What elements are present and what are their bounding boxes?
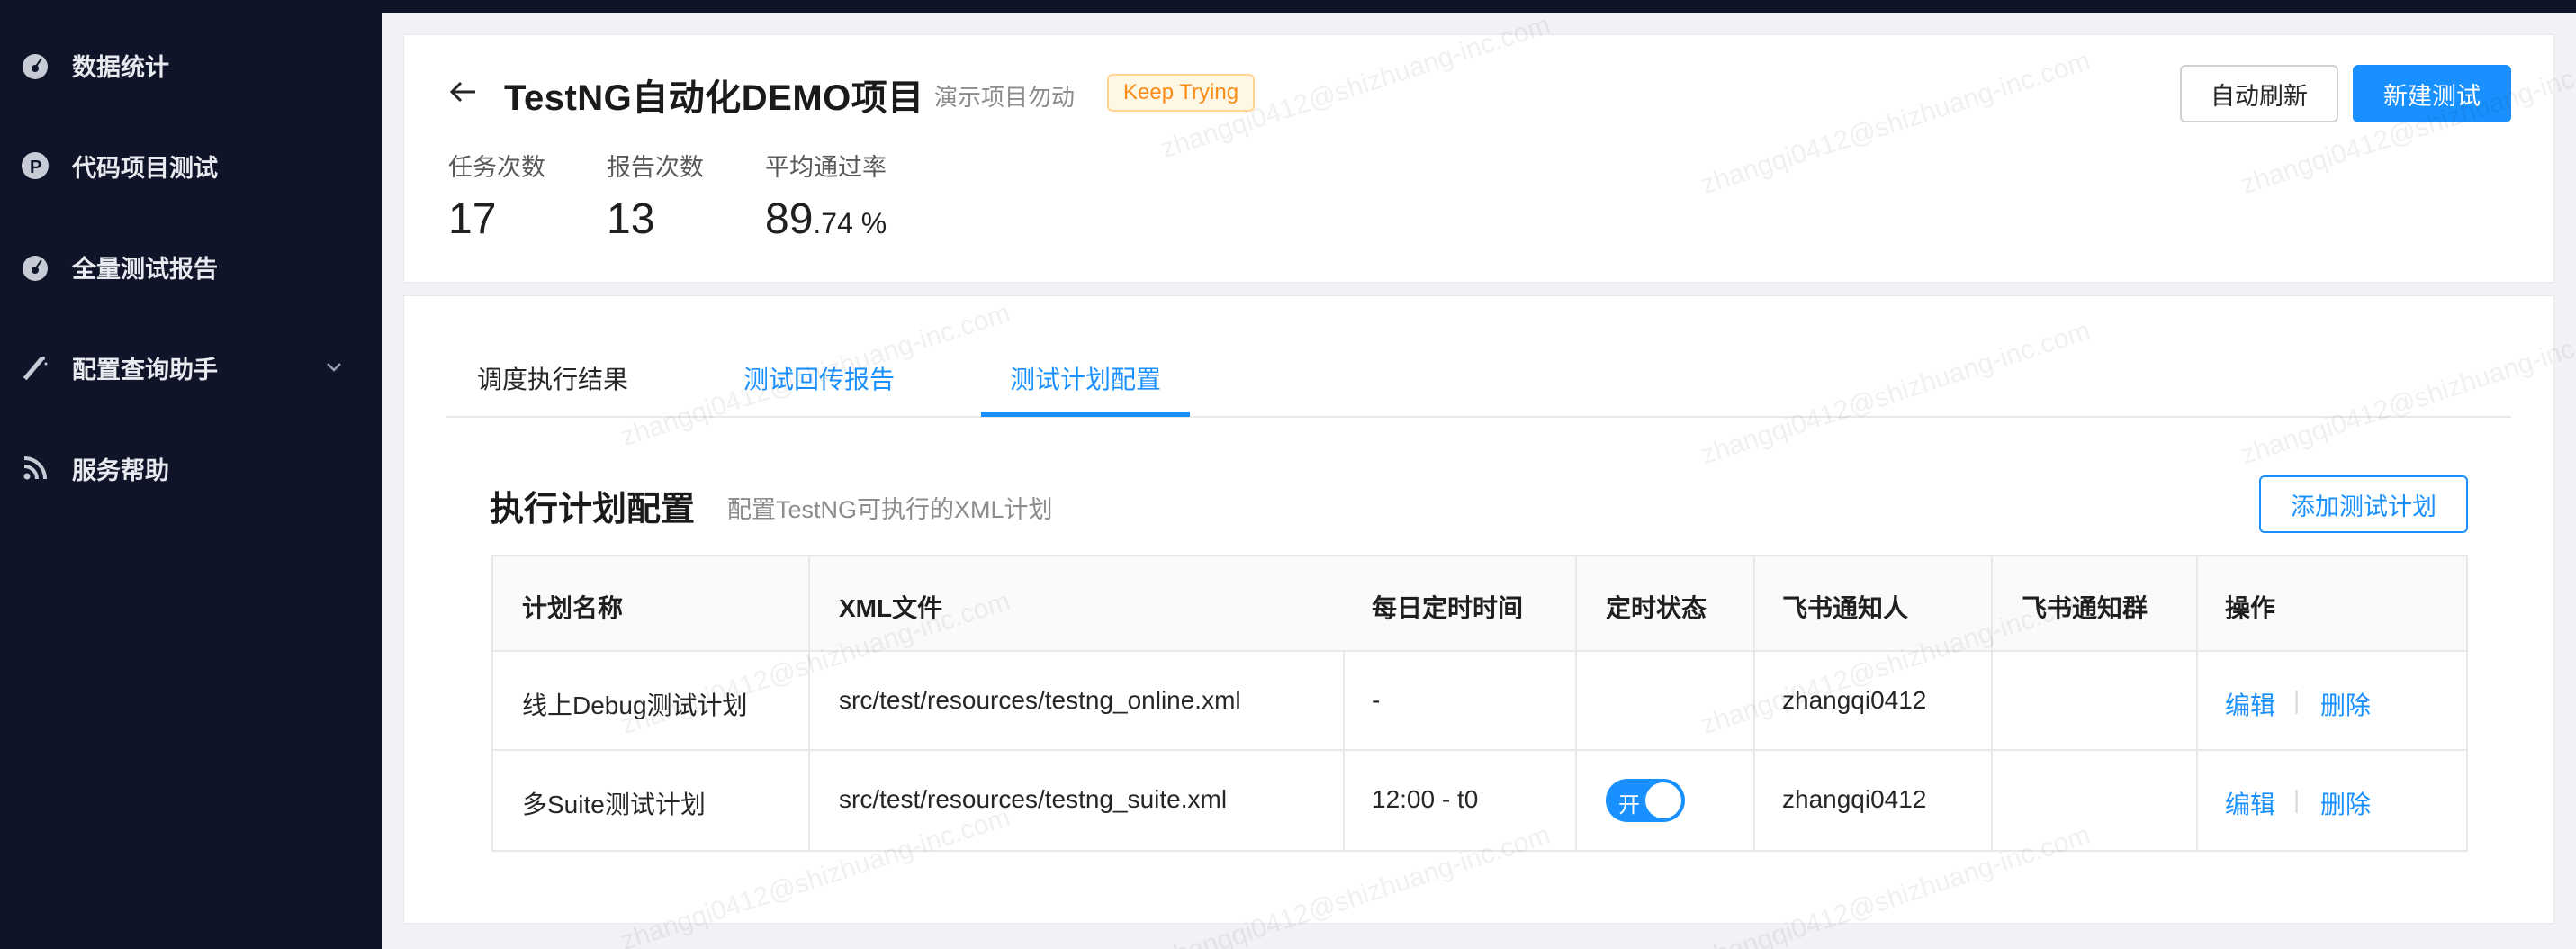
sidebar-item-data-stats[interactable]: 数据统计 bbox=[0, 29, 382, 101]
col-divider bbox=[2196, 556, 2198, 850]
svg-text:P: P bbox=[30, 158, 41, 177]
col-divider bbox=[1991, 556, 1993, 850]
sidebar-item-label: 配置查询助手 bbox=[72, 356, 218, 384]
row-divider bbox=[493, 650, 2466, 652]
status-tag: Keep Trying bbox=[1107, 74, 1256, 112]
toggle-knob bbox=[1645, 782, 1681, 818]
edit-link[interactable]: 编辑 bbox=[2225, 686, 2275, 722]
cell-xml-file: src/test/resources/testng_online.xml bbox=[839, 686, 1241, 714]
sidebar-item-service-help[interactable]: 服务帮助 bbox=[0, 432, 382, 504]
auto-refresh-button[interactable]: 自动刷新 bbox=[2180, 65, 2338, 122]
column-header-feishu-group: 飞书通知群 bbox=[2022, 594, 2148, 622]
delete-link[interactable]: 删除 bbox=[2320, 785, 2371, 821]
stat-value-pass-rate: 89.74 % bbox=[765, 194, 887, 244]
dashboard-icon bbox=[20, 251, 50, 282]
cell-plan-name: 多Suite测试计划 bbox=[522, 791, 706, 818]
chevron-down-icon[interactable] bbox=[322, 355, 346, 378]
pass-rate-int: 89 bbox=[765, 195, 814, 243]
tab-divider bbox=[446, 416, 2511, 418]
stat-label-pass-rate: 平均通过率 bbox=[765, 154, 887, 181]
col-divider bbox=[1753, 556, 1755, 850]
col-divider bbox=[1575, 556, 1577, 850]
sidebar-item-label: 全量测试报告 bbox=[72, 255, 218, 283]
column-header-feishu-notifier: 飞书通知人 bbox=[1782, 594, 1909, 622]
stat-label-report-count: 报告次数 bbox=[607, 154, 704, 181]
cell-daily-time: - bbox=[1372, 686, 1381, 714]
page-title: TestNG自动化DEMO项目 bbox=[504, 78, 924, 118]
rss-icon bbox=[20, 453, 50, 484]
cell-notifier: zhangqi0412 bbox=[1782, 686, 1927, 714]
add-test-plan-button[interactable]: 添加测试计划 bbox=[2259, 475, 2468, 533]
tab-test-plan-config[interactable]: 测试计划配置 bbox=[1010, 360, 1161, 396]
section-description: 配置TestNG可执行的XML计划 bbox=[727, 496, 1053, 523]
cell-notifier: zhangqi0412 bbox=[1782, 785, 1927, 813]
delete-link[interactable]: 删除 bbox=[2320, 686, 2371, 722]
stat-label-task-count: 任务次数 bbox=[448, 154, 545, 181]
dashboard-icon bbox=[20, 50, 50, 80]
page-subtitle: 演示项目勿动 bbox=[934, 84, 1076, 111]
stat-value-report-count: 13 bbox=[607, 195, 655, 243]
toggle-label: 开 bbox=[1618, 793, 1640, 818]
top-strip bbox=[382, 0, 2576, 13]
cell-daily-time: 12:00 - t0 bbox=[1372, 785, 1479, 813]
active-tab-indicator bbox=[981, 412, 1190, 417]
sidebar-item-label: 数据统计 bbox=[72, 53, 169, 81]
column-header-daily-time: 每日定时时间 bbox=[1372, 594, 1524, 622]
sidebar-item-label: 代码项目测试 bbox=[72, 154, 218, 182]
col-divider bbox=[808, 556, 810, 850]
new-test-button[interactable]: 新建测试 bbox=[2353, 65, 2511, 122]
sidebar: 数据统计 P 代码项目测试 全量测试报告 配置查询助手 服务帮助 bbox=[0, 0, 382, 949]
action-separator: | bbox=[2293, 686, 2301, 714]
magic-wand-icon bbox=[20, 352, 50, 383]
column-header-xml-file: XML文件 bbox=[839, 594, 943, 622]
section-title: 执行计划配置 bbox=[490, 491, 696, 529]
sidebar-item-label: 服务帮助 bbox=[72, 456, 169, 484]
sidebar-item-full-test-report[interactable]: 全量测试报告 bbox=[0, 230, 382, 303]
cell-xml-file: src/test/resources/testng_suite.xml bbox=[839, 785, 1228, 813]
arrow-left-icon[interactable] bbox=[446, 76, 479, 108]
edit-link[interactable]: 编辑 bbox=[2225, 785, 2275, 821]
timer-toggle[interactable]: 开 bbox=[1606, 779, 1685, 822]
p-circle-icon: P bbox=[20, 150, 50, 181]
sidebar-item-config-query-assistant[interactable]: 配置查询助手 bbox=[0, 331, 382, 403]
action-separator: | bbox=[2293, 785, 2301, 813]
row-divider bbox=[493, 749, 2466, 751]
cell-plan-name: 线上Debug测试计划 bbox=[522, 691, 748, 719]
column-header-plan-name: 计划名称 bbox=[522, 594, 624, 622]
pass-rate-dec: .74 % bbox=[813, 207, 887, 240]
tab-test-reports[interactable]: 测试回传报告 bbox=[743, 360, 895, 396]
column-header-timer-status: 定时状态 bbox=[1606, 594, 1707, 622]
tab-schedule-results[interactable]: 调度执行结果 bbox=[477, 360, 628, 396]
stat-value-task-count: 17 bbox=[448, 195, 497, 243]
column-header-actions: 操作 bbox=[2225, 594, 2276, 622]
sidebar-item-code-project-test[interactable]: P 代码项目测试 bbox=[0, 130, 382, 202]
col-divider bbox=[1343, 652, 1345, 850]
